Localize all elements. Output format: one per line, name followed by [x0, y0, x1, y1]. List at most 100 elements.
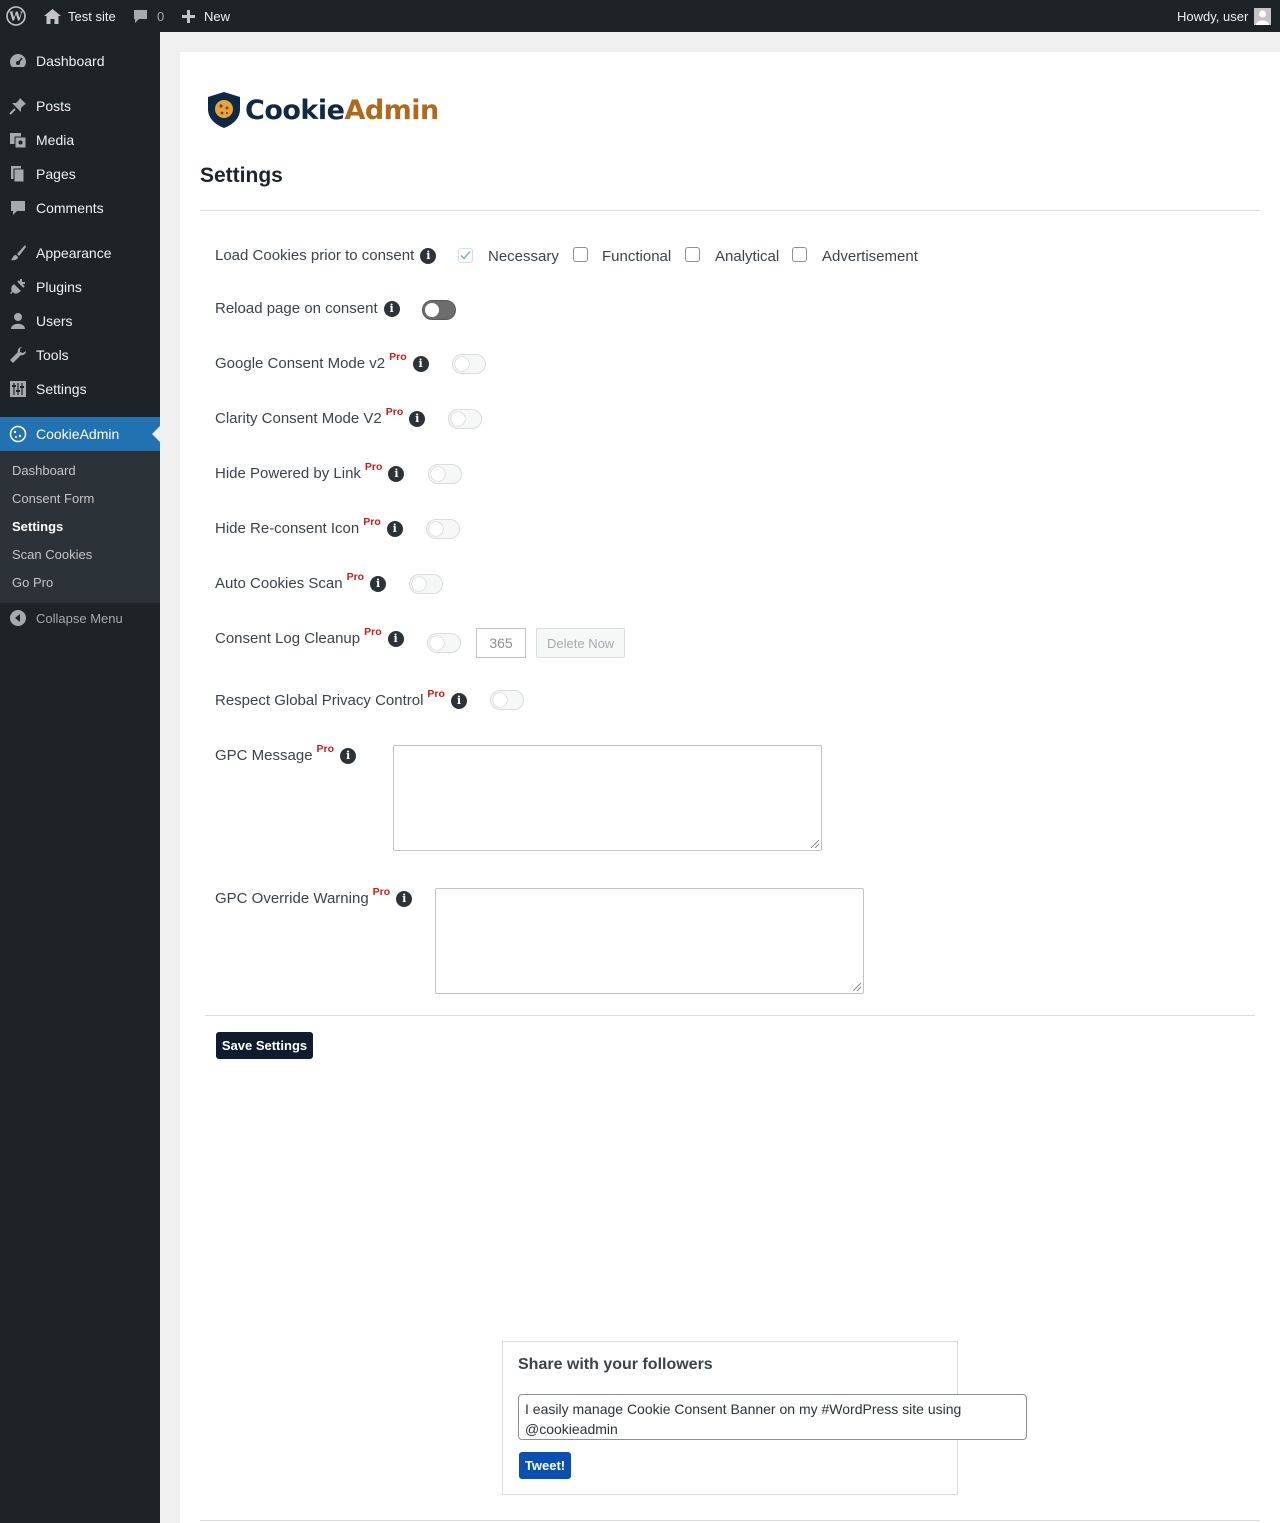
comments-count: 0	[157, 8, 165, 24]
hide-reconsent-toggle[interactable]	[426, 519, 460, 539]
submenu-item-settings[interactable]: Settings	[12, 512, 63, 540]
comment-icon	[0, 199, 36, 217]
sidebar-item-label: Plugins	[36, 279, 82, 295]
info-icon[interactable]: i	[387, 630, 404, 647]
sidebar-item-label: Comments	[36, 200, 104, 216]
auto-scan-label: Auto Cookies Scan Pro i	[215, 571, 387, 592]
site-name: Test site	[68, 8, 116, 24]
info-icon[interactable]: i	[450, 692, 467, 709]
google-consent-toggle[interactable]	[452, 354, 486, 374]
functional-label: Functional	[602, 248, 672, 265]
hide-powered-label: Hide Powered by Link Pro i	[215, 461, 405, 482]
sidebar-item-label: Media	[36, 132, 75, 148]
gpc-toggle[interactable]	[490, 690, 524, 710]
submenu-item-scan-cookies[interactable]: Scan Cookies	[12, 540, 92, 568]
pro-badge: Pro	[389, 350, 407, 363]
load-cookies-label: Load Cookies prior to consent i	[215, 247, 437, 264]
avatar	[1254, 7, 1272, 25]
submenu-item-dashboard[interactable]: Dashboard	[12, 456, 76, 484]
info-icon[interactable]: i	[420, 247, 437, 264]
google-consent-label: Google Consent Mode v2 Pro i	[215, 351, 429, 372]
pro-badge: Pro	[372, 885, 391, 898]
sidebar-item-settings[interactable]: Settings	[0, 372, 160, 406]
pro-badge: Pro	[316, 742, 335, 755]
auto-scan-toggle[interactable]	[409, 574, 443, 594]
submenu-item-go-pro[interactable]: Go Pro	[12, 568, 53, 596]
hide-reconsent-label: Hide Re-consent Icon Pro i	[215, 516, 403, 537]
submenu-item-consent-form[interactable]: Consent Form	[12, 484, 94, 512]
tweet-textarea[interactable]: I easily manage Cookie Consent Banner on…	[518, 1394, 1027, 1440]
my-account-link[interactable]: Howdy, user	[1177, 0, 1272, 32]
info-icon[interactable]: i	[396, 890, 413, 907]
pro-badge: Pro	[346, 570, 365, 583]
sidebar-item-label: Appearance	[36, 245, 112, 261]
info-icon[interactable]: i	[388, 465, 405, 482]
log-cleanup-label: Consent Log Cleanup Pro i	[215, 626, 404, 647]
pro-badge: Pro	[364, 460, 383, 473]
gpc-override-textarea[interactable]	[435, 888, 864, 994]
sidebar-item-users[interactable]: Users	[0, 304, 160, 338]
log-cleanup-toggle[interactable]	[427, 633, 461, 653]
clarity-consent-label: Clarity Consent Mode V2 Pro i	[215, 406, 426, 427]
sidebar-item-label: CookieAdmin	[36, 426, 120, 442]
functional-checkbox[interactable]	[573, 247, 588, 262]
sidebar-item-label: Dashboard	[36, 53, 105, 69]
sidebar-item-dashboard[interactable]: Dashboard	[0, 44, 160, 78]
comment-icon	[134, 9, 147, 23]
info-icon[interactable]: i	[370, 575, 387, 592]
info-icon[interactable]: i	[409, 410, 426, 427]
footer-divider	[200, 1520, 1260, 1521]
info-icon[interactable]: i	[340, 747, 357, 764]
wordpress-logo-icon[interactable]: W	[6, 0, 28, 32]
media-icon	[0, 131, 36, 149]
advertisement-checkbox[interactable]	[792, 247, 807, 262]
tweet-button[interactable]: Tweet!	[519, 1452, 571, 1479]
info-icon[interactable]: i	[412, 355, 429, 372]
collapse-menu-button[interactable]: Collapse Menu	[0, 601, 160, 635]
sidebar-item-media[interactable]: Media	[0, 123, 160, 157]
paintbrush-icon	[0, 244, 36, 262]
sidebar-item-label: Settings	[36, 381, 87, 397]
sidebar-item-comments[interactable]: Comments	[0, 191, 160, 225]
gpc-override-label: GPC Override Warning Pro i	[215, 886, 413, 907]
site-name-link[interactable]: Test site	[44, 0, 116, 32]
sidebar-item-plugins[interactable]: Plugins	[0, 270, 160, 304]
checkmark-icon	[460, 250, 471, 260]
collapse-arrow-icon	[0, 610, 36, 626]
comments-link[interactable]: 0	[133, 0, 164, 32]
new-label: New	[204, 8, 231, 24]
reload-toggle[interactable]	[422, 300, 456, 320]
log-days-input[interactable]: 365	[476, 628, 526, 658]
share-title: Share with your followers	[518, 1356, 713, 1373]
cookie-shield-icon	[208, 92, 240, 128]
plus-icon	[182, 9, 195, 23]
sidebar-item-posts[interactable]: Posts	[0, 89, 160, 123]
gpc-message-textarea[interactable]	[393, 745, 822, 851]
cookieadmin-logo: CookieAdmin	[205, 90, 439, 130]
sidebar-item-cookieadmin[interactable]: CookieAdmin	[0, 417, 160, 451]
home-icon	[44, 8, 61, 24]
save-settings-button[interactable]: Save Settings	[216, 1032, 313, 1059]
sidebar-item-appearance[interactable]: Appearance	[0, 236, 160, 270]
delete-now-button[interactable]: Delete Now	[536, 628, 626, 658]
new-content-link[interactable]: New	[182, 0, 230, 32]
dashboard-icon	[0, 52, 36, 70]
sidebar-item-tools[interactable]: Tools	[0, 338, 160, 372]
svg-text:W: W	[8, 10, 23, 24]
hide-powered-toggle[interactable]	[428, 464, 462, 484]
cookie-icon	[0, 425, 36, 443]
sidebar-item-pages[interactable]: Pages	[0, 157, 160, 191]
info-icon[interactable]: i	[386, 520, 403, 537]
pro-badge: Pro	[364, 625, 382, 638]
page-title: Settings	[200, 164, 283, 187]
info-icon[interactable]: i	[383, 300, 400, 317]
pin-icon	[0, 97, 36, 115]
gpc-label: Respect Global Privacy Control Pro i	[215, 688, 467, 709]
collapse-label: Collapse Menu	[36, 610, 123, 626]
sidebar-item-label: Tools	[36, 347, 69, 363]
howdy-text: Howdy, user	[1177, 8, 1249, 24]
necessary-checkbox[interactable]	[458, 248, 473, 263]
sidebar-item-label: Pages	[36, 166, 76, 182]
analytical-checkbox[interactable]	[685, 247, 700, 262]
clarity-consent-toggle[interactable]	[448, 409, 482, 429]
